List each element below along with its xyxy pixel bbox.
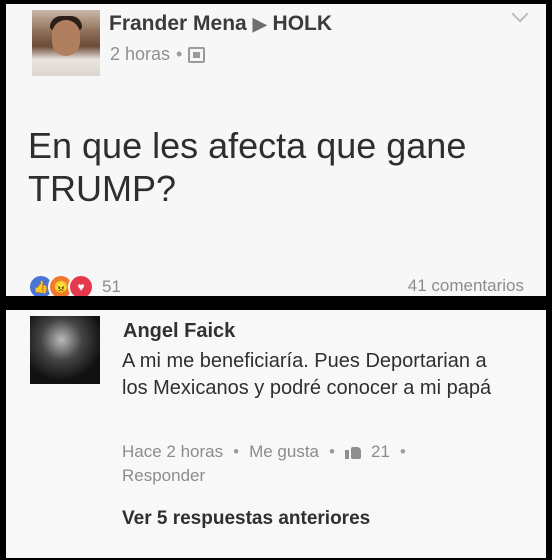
- separator-dot: •: [176, 44, 183, 64]
- reactions-summary[interactable]: 👍 😠 ♥ 51: [28, 274, 121, 296]
- comment-actions: Hace 2 horas • Me gusta • 21 •: [122, 442, 406, 462]
- post-author-name[interactable]: Frander Mena: [109, 12, 247, 36]
- separator-dot: •: [399, 442, 406, 461]
- love-reaction-icon: ♥: [68, 274, 94, 296]
- reply-button[interactable]: Responder: [122, 466, 205, 486]
- arrow-right-icon: ▶: [252, 13, 267, 34]
- globe-icon: [188, 46, 206, 63]
- comment-author-avatar[interactable]: [30, 316, 100, 384]
- post-header: Frander Mena ▶ HOLK: [109, 12, 332, 36]
- post-card: Frander Mena ▶ HOLK 2 horas • En que les…: [6, 4, 546, 296]
- like-comment-button[interactable]: Me gusta: [249, 442, 319, 462]
- separator-dot: •: [233, 442, 240, 461]
- comment-author-name[interactable]: Angel Faick: [123, 320, 235, 343]
- comment-text: A mi me beneficiaría. Pues Deportarian a…: [122, 350, 492, 399]
- view-previous-replies-link[interactable]: Ver 5 respuestas anteriores: [122, 508, 370, 530]
- post-time[interactable]: 2 horas: [110, 44, 170, 65]
- comments-count[interactable]: 41 comentarios: [408, 276, 524, 296]
- post-meta: 2 horas •: [110, 44, 206, 65]
- separator-dot: •: [329, 442, 335, 461]
- post-author-avatar[interactable]: [32, 10, 100, 76]
- thumbs-up-icon: [344, 445, 361, 459]
- chevron-down-icon[interactable]: [511, 5, 529, 23]
- comment-time[interactable]: Hace 2 horas: [122, 442, 223, 462]
- comment-card: Angel Faick A mi me beneficiaría. Pues D…: [6, 310, 546, 558]
- post-target-name[interactable]: HOLK: [273, 12, 333, 36]
- reactions-count: 51: [102, 277, 121, 296]
- post-text: En que les afecta que gane TRUMP?: [28, 125, 467, 209]
- comment-likes-count: 21: [370, 442, 390, 461]
- avatar-face: [52, 20, 80, 56]
